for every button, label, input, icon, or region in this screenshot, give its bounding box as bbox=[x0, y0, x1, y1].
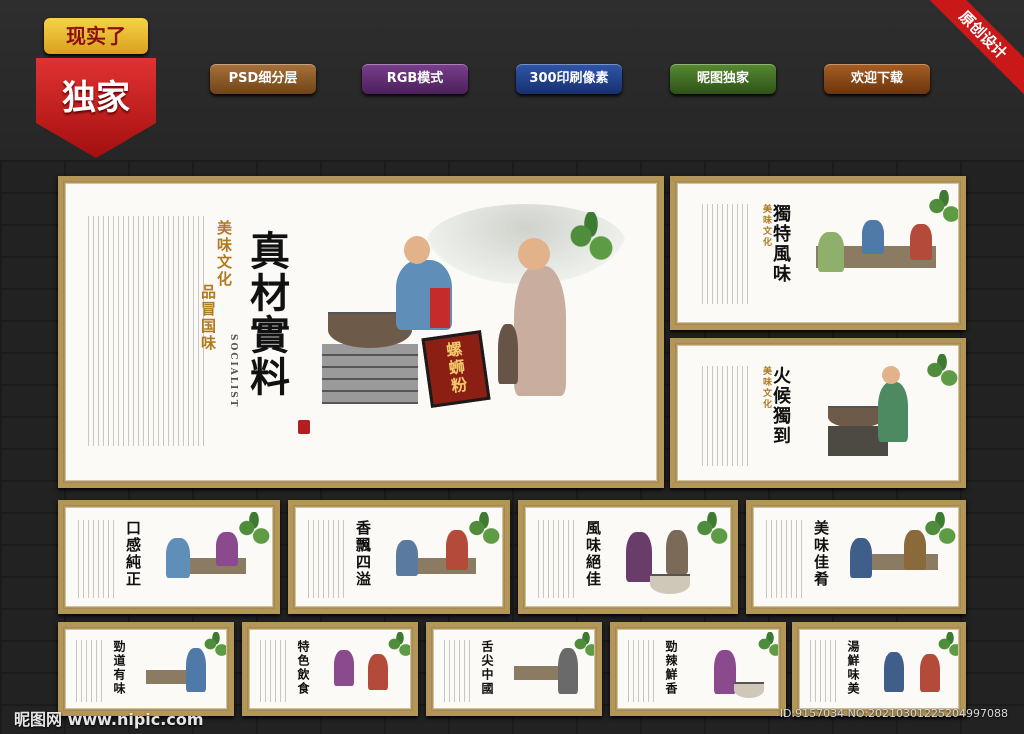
bamboo-decoration bbox=[926, 190, 958, 230]
psd-layers-button[interactable]: PSD细分层 bbox=[210, 64, 316, 94]
poster-frame-2[interactable]: 美味文化 火候獨到 bbox=[670, 338, 966, 488]
poster-title: 勁辣鮮香 bbox=[664, 640, 678, 696]
main-poster: 美味文化 品冒国味 SOCIALIST 真材實料 螺蛳粉 bbox=[65, 183, 657, 481]
body-text-columns bbox=[88, 216, 206, 446]
poster-frame-3[interactable]: 口感純正 bbox=[58, 500, 280, 614]
poster-frame-6[interactable]: 美味佳肴 bbox=[746, 500, 966, 614]
poster-frame-8[interactable]: 特色飲食 bbox=[242, 622, 418, 716]
poster-frame-1[interactable]: 美味文化 獨特風味 bbox=[670, 176, 966, 330]
poster-frame-4[interactable]: 香飄四溢 bbox=[288, 500, 510, 614]
nipic-exclusive-button[interactable]: 昵图独家 bbox=[670, 64, 776, 94]
ribbon-label: 原创设计 bbox=[920, 0, 1024, 98]
body-text bbox=[702, 204, 752, 304]
poster-title: 獨特風味 bbox=[770, 204, 791, 284]
red-sash bbox=[430, 288, 450, 328]
corner-ribbon: 原创设计 bbox=[914, 0, 1024, 110]
red-seal bbox=[298, 420, 310, 434]
poster-title: 勁道有味 bbox=[112, 640, 126, 696]
stove bbox=[322, 344, 418, 404]
brand-vertical: 美味文化 bbox=[215, 220, 233, 288]
poster-frame-11[interactable]: 湯鮮味美 bbox=[792, 622, 966, 716]
body-text bbox=[702, 366, 752, 466]
poster-title: 舌尖中國 bbox=[480, 640, 494, 696]
poster-title: 香飄四溢 bbox=[354, 520, 372, 588]
badge-top-label: 现实了 bbox=[44, 18, 148, 54]
poster-title: 特色飲食 bbox=[296, 640, 310, 696]
bamboo-decoration bbox=[566, 212, 616, 272]
main-title: 真材實料 bbox=[243, 230, 290, 398]
socialist-label: SOCIALIST bbox=[228, 334, 238, 409]
elder-head bbox=[518, 238, 550, 270]
poster-title: 湯鮮味美 bbox=[846, 640, 860, 696]
poster-title: 火候獨到 bbox=[770, 366, 791, 446]
poster-frame-10[interactable]: 勁辣鮮香 bbox=[610, 622, 786, 716]
watermark-site: 昵图网 www.nipic.com bbox=[14, 710, 204, 729]
brand-vertical-2: 品冒国味 bbox=[199, 284, 217, 352]
badge-main-label: 独家 bbox=[62, 78, 130, 118]
rgb-mode-button[interactable]: RGB模式 bbox=[362, 64, 468, 94]
child-figure bbox=[498, 324, 518, 384]
shop-sign: 螺蛳粉 bbox=[421, 330, 491, 408]
bamboo-decoration bbox=[924, 354, 958, 394]
watermark-id: ID:9157034 NO:20210301225204997088 bbox=[779, 707, 1008, 720]
print-resolution-button[interactable]: 300印刷像素 bbox=[516, 64, 622, 94]
exclusive-badge: 现实了 独家 bbox=[36, 18, 156, 158]
poster-frame-9[interactable]: 舌尖中國 bbox=[426, 622, 602, 716]
poster-title: 口感純正 bbox=[124, 520, 142, 588]
main-poster-frame[interactable]: 美味文化 品冒国味 SOCIALIST 真材實料 螺蛳粉 bbox=[58, 176, 664, 488]
shop-sign-label: 螺蛳粉 bbox=[442, 340, 469, 397]
poster-title: 風味絕佳 bbox=[584, 520, 602, 588]
poster-frame-7[interactable]: 勁道有味 bbox=[58, 622, 234, 716]
elder-figure bbox=[514, 266, 566, 396]
poster-title: 美味佳肴 bbox=[812, 520, 830, 588]
poster-frame-5[interactable]: 風味絕佳 bbox=[518, 500, 738, 614]
cook-head bbox=[404, 236, 430, 264]
